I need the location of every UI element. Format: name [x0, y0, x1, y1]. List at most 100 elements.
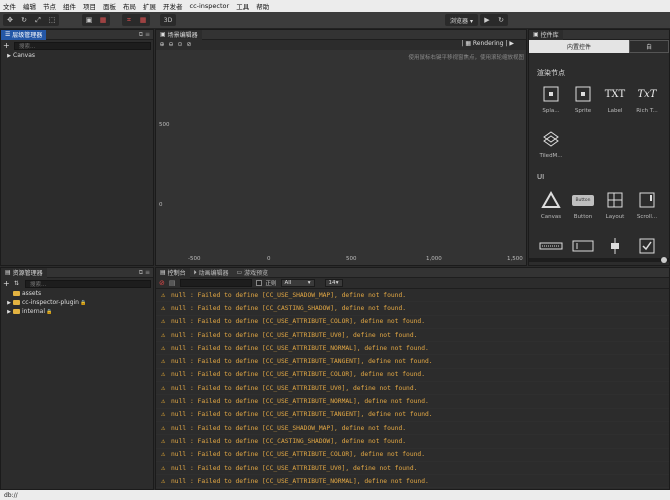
log-row[interactable]: ⚠ null : Failed to define [CC_USE_ATTRIBU…: [156, 382, 669, 396]
asset-folder-assets[interactable]: assets: [1, 289, 153, 298]
lib-item-canvas[interactable]: Canvas: [535, 188, 567, 220]
expand-caret-icon[interactable]: ▶: [5, 300, 13, 306]
library-scrollbar[interactable]: [529, 257, 670, 263]
log-row[interactable]: ⚠ null : Failed to define [CC_USE_SHADOW_…: [156, 289, 669, 303]
browser-select[interactable]: 浏览器 ▾: [445, 14, 478, 26]
log-row[interactable]: ⚠ null : Failed to define [CC_USE_ATTRIBU…: [156, 342, 669, 356]
log-row[interactable]: ⚠ null : Failed to define [CC_USE_ATTRIBU…: [156, 316, 669, 329]
menu-item[interactable]: 工具: [236, 1, 249, 11]
collapse-icon[interactable]: ▤: [169, 279, 176, 287]
status-bar: db://: [0, 490, 670, 500]
log-row[interactable]: ⚠ null : Failed to define [CC_USE_ATTRIBU…: [156, 369, 669, 383]
play-icon[interactable]: ▶: [480, 14, 494, 26]
refresh-icon[interactable]: ↻: [494, 14, 508, 26]
x-axis-label: 0: [267, 256, 271, 262]
menu-item[interactable]: 项目: [83, 1, 96, 11]
menu-item[interactable]: 帮助: [256, 1, 269, 11]
panel-menu-icon[interactable]: ⧉ ≡: [139, 31, 150, 39]
zoom-in-icon[interactable]: ⊕: [158, 41, 166, 48]
log-row[interactable]: ⚠ null : Failed to define [CC_USE_ATTRIBU…: [156, 409, 669, 422]
tab-animation-editor[interactable]: ⏵ 动画编辑器: [190, 268, 233, 278]
menu-item[interactable]: 开发者: [163, 1, 183, 11]
menu-item[interactable]: 布局: [123, 1, 136, 11]
pivot-icon[interactable]: ▣: [82, 14, 96, 26]
lib-item-scrollview[interactable]: Scroll...: [631, 188, 663, 220]
expand-caret-icon[interactable]: ▶: [5, 53, 13, 59]
log-level-select[interactable]: All ▾: [280, 279, 315, 287]
scale-tool-icon[interactable]: ⤢: [31, 14, 45, 26]
lib-item-editbox[interactable]: [535, 234, 567, 258]
tab-console[interactable]: ▤ 控制台: [156, 268, 190, 278]
panel-menu-icon[interactable]: ⧉ ≡: [139, 269, 150, 277]
regex-checkbox[interactable]: [255, 280, 262, 286]
font-size-select[interactable]: 14 ▾: [324, 279, 343, 287]
zoom-out-icon[interactable]: ⊖: [167, 41, 175, 48]
log-row[interactable]: ⚠ null : Failed to define [CC_USE_ATTRIBU…: [156, 355, 669, 369]
tab-game-preview[interactable]: ▭ 游戏预览: [233, 268, 273, 278]
log-row[interactable]: ⚠ null : Failed to define [CC_USE_SHADOW_…: [156, 422, 669, 436]
assets-search-input[interactable]: 搜索...: [25, 279, 151, 288]
menu-item[interactable]: 文件: [3, 1, 16, 11]
local-icon[interactable]: ▦: [96, 14, 110, 26]
hierarchy-search-input[interactable]: 搜索...: [14, 41, 151, 50]
rect-tool-icon[interactable]: ⬚: [45, 14, 59, 26]
asset-folder-plugin[interactable]: ▶ cc-inspector-plugin 🔒: [1, 298, 153, 307]
scene-viewport[interactable]: 使用鼠标右键平移视窗焦点，使用滚轮缩放视图 500 0 -500 0 500 1…: [156, 50, 526, 265]
tab-scene[interactable]: ▣ 场景编辑器: [156, 29, 202, 40]
log-row[interactable]: ⚠ null : Failed to define [CC_USE_ATTRIBU…: [156, 449, 669, 462]
tree-node-canvas[interactable]: ▶ Canvas: [1, 51, 153, 60]
move-tool-icon[interactable]: ✥: [3, 14, 17, 26]
section-render-nodes: 渲染节点: [537, 69, 565, 77]
log-row[interactable]: ⚠ null : Failed to define [CC_CASTING_SHA…: [156, 302, 669, 316]
log-row[interactable]: ⚠ null : Failed to define [CC_USE_ATTRIBU…: [156, 395, 669, 409]
y-axis-label: 500: [159, 122, 170, 128]
rendering-dropdown[interactable]: | ▦ Rendering | ▶: [461, 40, 514, 47]
menu-item[interactable]: 组件: [63, 1, 76, 11]
tab-custom-controls[interactable]: 自: [629, 40, 669, 53]
zoom-fit-icon[interactable]: ⊘: [185, 41, 193, 48]
log-row[interactable]: ⚠ null : Failed to define [CC_USE_ATTRIBU…: [156, 475, 669, 489]
lib-item-splash[interactable]: Spla...: [535, 82, 567, 114]
log-text: null : Failed to define [CC_USE_ATTRIBUT…: [171, 398, 429, 406]
checkbox-icon: [635, 234, 659, 258]
console-filter-input[interactable]: [179, 279, 252, 287]
warning-icon: ⚠: [161, 290, 166, 299]
console-log-list[interactable]: ⚠ null : Failed to define [CC_USE_SHADOW_…: [156, 289, 669, 489]
folder-icon: [13, 291, 20, 296]
scrollview-icon: [635, 188, 659, 212]
add-asset-icon[interactable]: +: [3, 279, 11, 288]
grid-icon[interactable]: ▦: [136, 14, 150, 26]
menu-item[interactable]: 节点: [43, 1, 56, 11]
asset-folder-internal[interactable]: ▶ internal 🔒: [1, 307, 153, 316]
zoom-reset-icon[interactable]: ⊙: [176, 41, 184, 48]
lib-item-layout[interactable]: Layout: [599, 188, 631, 220]
sort-icon[interactable]: ⇅: [14, 280, 22, 288]
tab-hierarchy[interactable]: ☰ 层级管理器: [1, 29, 47, 40]
menu-item[interactable]: 面板: [103, 1, 116, 11]
lib-item-button[interactable]: Button Button: [567, 188, 599, 220]
lib-item-richtext[interactable]: TxT Rich T...: [631, 82, 663, 115]
log-row[interactable]: ⚠ null : Failed to define [CC_CASTING_SHA…: [156, 435, 669, 449]
mode-3d-button[interactable]: 3D: [160, 14, 176, 26]
lib-item-editbox-2[interactable]: [567, 234, 599, 258]
lib-item-slider[interactable]: [599, 234, 631, 258]
add-node-icon[interactable]: +: [3, 41, 11, 50]
lib-item-label[interactable]: TXT Label: [599, 82, 631, 115]
clear-console-icon[interactable]: ⊘: [159, 279, 165, 287]
rotate-tool-icon[interactable]: ↻: [17, 14, 31, 26]
snap-icon[interactable]: ⌗: [122, 14, 136, 26]
richtext-icon: TxT: [637, 88, 657, 100]
tab-assets[interactable]: ▤ 资源管理器: [1, 267, 47, 278]
menu-item[interactable]: 扩展: [143, 1, 156, 11]
lib-item-toggle[interactable]: [631, 234, 663, 258]
menu-item[interactable]: cc-inspector: [190, 2, 230, 10]
lib-item-tiledmap[interactable]: TiledM...: [535, 127, 567, 159]
tab-control-library[interactable]: ▣ 控件库: [529, 29, 563, 40]
expand-caret-icon[interactable]: ▶: [5, 309, 13, 315]
log-row[interactable]: ⚠ null : Failed to define [CC_USE_ATTRIBU…: [156, 462, 669, 476]
size-slider-handle[interactable]: [661, 257, 667, 263]
tab-builtin-controls[interactable]: 内置控件: [529, 40, 629, 53]
menu-item[interactable]: 编辑: [23, 1, 36, 11]
lib-item-sprite[interactable]: Sprite: [567, 82, 599, 114]
log-row[interactable]: ⚠ null : Failed to define [CC_USE_ATTRIBU…: [156, 329, 669, 343]
